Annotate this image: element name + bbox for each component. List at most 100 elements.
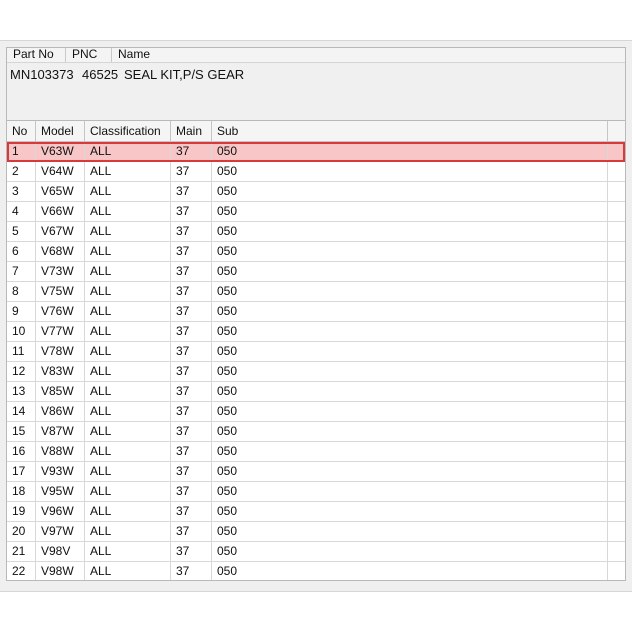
model-cell: V95W [36,482,85,501]
table-row[interactable]: 3 V65W ALL 37 050 [7,182,625,202]
main-cell: 37 [171,182,212,201]
table-row[interactable]: 11 V78W ALL 37 050 [7,342,625,362]
table-row[interactable]: 5 V67W ALL 37 050 [7,222,625,242]
row-number: 15 [7,422,36,441]
classification-cell: ALL [85,222,171,241]
grid-body: 1 V63W ALL 37 050 2 V64W ALL 37 050 3 V65W ALL 37 050 4… [7,142,625,580]
row-filler [608,262,625,281]
no-column-header[interactable]: No [7,121,36,141]
classification-column-header[interactable]: Classification [85,121,171,141]
row-filler [608,162,625,181]
row-filler [608,422,625,441]
model-cell: V97W [36,522,85,541]
sub-cell: 050 [212,222,608,241]
classification-cell: ALL [85,182,171,201]
classification-cell: ALL [85,382,171,401]
sub-cell: 050 [212,442,608,461]
main-cell: 37 [171,462,212,481]
table-row[interactable]: 22 V98W ALL 37 050 [7,562,625,580]
model-grid: No Model Classification Main Sub 1 V63W AL… [6,120,626,581]
classification-cell: ALL [85,162,171,181]
name-header[interactable]: Name [112,48,625,62]
sub-cell: 050 [212,182,608,201]
part-info-header: Part No PNC Name [7,48,625,63]
sub-cell: 050 [212,502,608,521]
row-number: 3 [7,182,36,201]
row-number: 18 [7,482,36,501]
row-filler [608,402,625,421]
row-number: 13 [7,382,36,401]
main-cell: 37 [171,222,212,241]
row-number: 21 [7,542,36,561]
table-row[interactable]: 4 V66W ALL 37 050 [7,202,625,222]
row-number: 14 [7,402,36,421]
table-row[interactable]: 16 V88W ALL 37 050 [7,442,625,462]
sub-cell: 050 [212,422,608,441]
model-column-header[interactable]: Model [36,121,85,141]
header-filler [608,121,625,141]
classification-cell: ALL [85,362,171,381]
row-number: 16 [7,442,36,461]
main-cell: 37 [171,542,212,561]
sub-cell: 050 [212,542,608,561]
part-info-row[interactable]: MN103373 46525 SEAL KIT,P/S GEAR [7,63,625,85]
selected-table-row[interactable]: 1 V63W ALL 37 050 [7,142,625,162]
table-row[interactable]: 14 V86W ALL 37 050 [7,402,625,422]
table-row[interactable]: 7 V73W ALL 37 050 [7,262,625,282]
sub-cell: 050 [212,142,608,161]
model-cell: V98W [36,562,85,580]
row-number: 10 [7,322,36,341]
table-row[interactable]: 8 V75W ALL 37 050 [7,282,625,302]
part-no-header[interactable]: Part No [7,48,66,62]
table-row[interactable]: 2 V64W ALL 37 050 [7,162,625,182]
pnc-header[interactable]: PNC [66,48,112,62]
row-filler [608,362,625,381]
row-filler [608,502,625,521]
classification-cell: ALL [85,282,171,301]
row-number: 4 [7,202,36,221]
sub-cell: 050 [212,302,608,321]
table-row[interactable]: 15 V87W ALL 37 050 [7,422,625,442]
row-number: 6 [7,242,36,261]
classification-cell: ALL [85,562,171,580]
table-row[interactable]: 20 V97W ALL 37 050 [7,522,625,542]
table-row[interactable]: 21 V98V ALL 37 050 [7,542,625,562]
row-filler [608,542,625,561]
main-cell: 37 [171,362,212,381]
sub-cell: 050 [212,322,608,341]
main-cell: 37 [171,162,212,181]
sub-cell: 050 [212,262,608,281]
sub-column-header[interactable]: Sub [212,121,608,141]
table-row[interactable]: 18 V95W ALL 37 050 [7,482,625,502]
model-cell: V88W [36,442,85,461]
sub-cell: 050 [212,162,608,181]
main-cell: 37 [171,342,212,361]
model-cell: V75W [36,282,85,301]
model-cell: V83W [36,362,85,381]
main-cell: 37 [171,562,212,580]
row-number: 2 [7,162,36,181]
table-row[interactable]: 6 V68W ALL 37 050 [7,242,625,262]
model-cell: V63W [36,142,85,161]
table-row[interactable]: 10 V77W ALL 37 050 [7,322,625,342]
row-filler [608,242,625,261]
model-cell: V98V [36,542,85,561]
row-number: 5 [7,222,36,241]
classification-cell: ALL [85,482,171,501]
classification-cell: ALL [85,442,171,461]
row-number: 20 [7,522,36,541]
table-row[interactable]: 19 V96W ALL 37 050 [7,502,625,522]
main-cell: 37 [171,282,212,301]
table-row[interactable]: 12 V83W ALL 37 050 [7,362,625,382]
table-row[interactable]: 9 V76W ALL 37 050 [7,302,625,322]
sub-cell: 050 [212,562,608,580]
model-cell: V77W [36,322,85,341]
table-row[interactable]: 13 V85W ALL 37 050 [7,382,625,402]
row-filler [608,482,625,501]
main-column-header[interactable]: Main [171,121,212,141]
row-filler [608,382,625,401]
classification-cell: ALL [85,462,171,481]
table-row[interactable]: 17 V93W ALL 37 050 [7,462,625,482]
row-filler [608,462,625,481]
main-cell: 37 [171,502,212,521]
